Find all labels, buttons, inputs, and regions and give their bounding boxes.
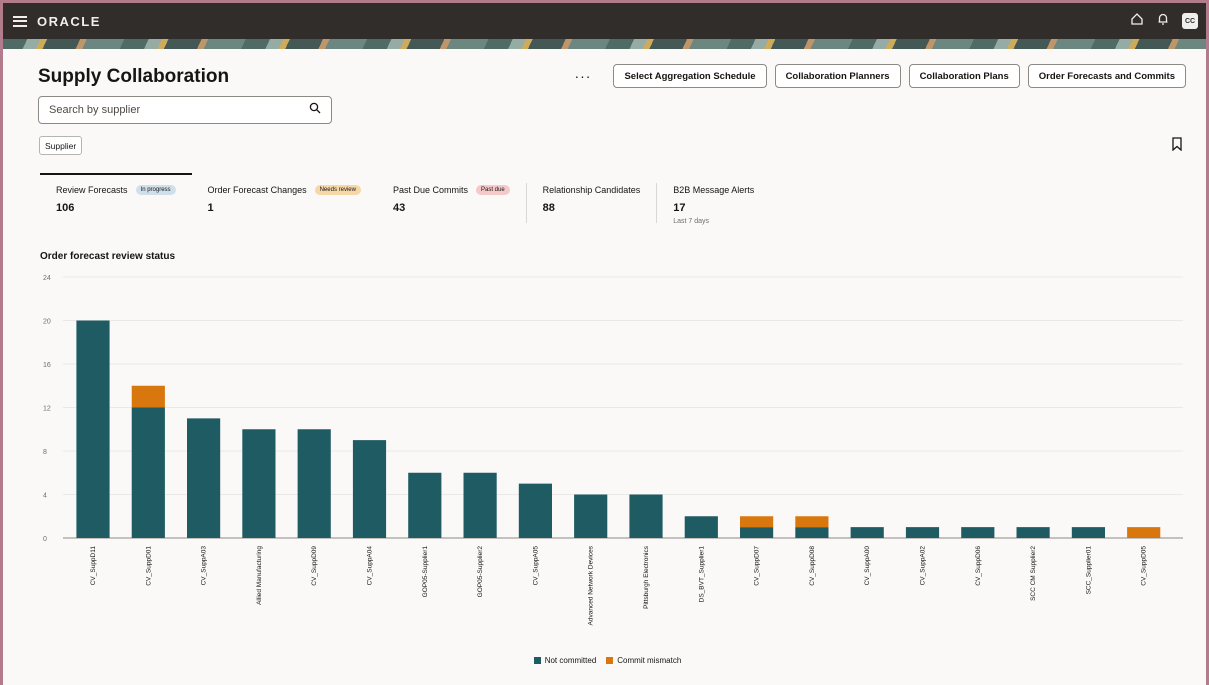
home-icon[interactable]: [1130, 12, 1144, 31]
x-tick-label: CV_SuppA02: [920, 546, 927, 586]
bookmark-icon[interactable]: [1171, 137, 1183, 152]
bar[interactable]: [1016, 527, 1050, 538]
bar[interactable]: [131, 407, 165, 539]
metric-relationship-candidates[interactable]: Relationship Candidates 88: [527, 173, 657, 231]
metric-subtext: Last 7 days: [673, 218, 710, 225]
x-tick-label: GOP05-Supplier1: [422, 546, 429, 598]
bar[interactable]: [352, 440, 387, 538]
bar[interactable]: [297, 429, 331, 538]
bar[interactable]: [905, 527, 940, 538]
legend-item-not-committed[interactable]: Not committed: [533, 656, 597, 665]
legend-item-commit-mismatch[interactable]: Commit mismatch: [606, 656, 681, 665]
bar[interactable]: [795, 527, 829, 538]
bar[interactable]: [242, 429, 276, 538]
bar[interactable]: [629, 494, 663, 539]
bar[interactable]: [131, 385, 165, 408]
metric-b2b-message-alerts[interactable]: B2B Message Alerts 17 Last 7 days: [657, 173, 770, 231]
bar[interactable]: [463, 472, 497, 538]
hamburger-menu-icon[interactable]: [13, 15, 27, 27]
bar[interactable]: [961, 527, 995, 538]
metric-label: B2B Message Alerts: [673, 185, 755, 195]
collaboration-plans-button[interactable]: Collaboration Plans: [908, 64, 1020, 88]
x-tick-label: CV_SuppA05: [532, 546, 539, 586]
search-input[interactable]: [49, 104, 309, 116]
bar[interactable]: [740, 516, 774, 528]
status-badge: Past due: [475, 185, 510, 195]
y-tick-label: 20: [43, 319, 51, 326]
metric-review-forecasts[interactable]: Review Forecasts In progress 106: [40, 173, 192, 231]
collaboration-planners-button[interactable]: Collaboration Planners: [774, 64, 901, 88]
bar[interactable]: [76, 320, 110, 539]
metric-value: 106: [56, 202, 75, 214]
header-actions: ··· Select Aggregation Schedule Collabor…: [574, 64, 1186, 88]
bar[interactable]: [408, 472, 442, 538]
decorative-banner: [3, 39, 1206, 49]
x-tick-label: CV_SuppD05: [1141, 546, 1148, 586]
status-badge: Needs review: [314, 185, 361, 195]
x-tick-label: CV_SuppD01: [145, 546, 152, 586]
select-aggregation-schedule-button[interactable]: Select Aggregation Schedule: [613, 64, 767, 88]
metric-value: 88: [542, 202, 555, 214]
more-actions-icon[interactable]: ···: [574, 68, 591, 84]
metric-label: Order Forecast Changes: [207, 185, 307, 195]
legend-swatch: [606, 657, 614, 664]
chart-legend: Not committed Commit mismatch: [3, 656, 1206, 665]
metrics-strip: Review Forecasts In progress 106 Order Fo…: [40, 173, 770, 231]
x-tick-label: SCC_Supplier01: [1085, 546, 1092, 595]
top-bar: ORACLE CC: [3, 3, 1206, 39]
bar[interactable]: [684, 516, 718, 538]
x-tick-label: DS_BVT_Supplier1: [698, 546, 705, 603]
x-tick-label: CV_SuppD09: [311, 546, 318, 586]
x-tick-label: CV_SuppD06: [975, 546, 982, 586]
chart-title: Order forecast review status: [40, 251, 176, 262]
x-tick-label: GOP05-Supplier2: [477, 546, 484, 598]
y-tick-label: 24: [43, 275, 51, 282]
user-avatar[interactable]: CC: [1182, 13, 1198, 29]
metric-label: Past Due Commits: [392, 185, 468, 195]
bar[interactable]: [574, 494, 608, 539]
x-tick-label: CV_SuppD11: [90, 546, 97, 586]
legend-label: Not committed: [544, 656, 597, 665]
bar[interactable]: [187, 418, 221, 538]
order-forecast-review-chart: 0 4 8 12 16 20 24 CV_SuppD11 CV_SuppD01 CV_SuppA0…: [43, 275, 1183, 625]
y-tick-label: 16: [43, 362, 51, 369]
y-tick-label: 12: [43, 406, 51, 413]
x-tick-label: Pittsburgh Electronics: [643, 545, 650, 609]
bar[interactable]: [1127, 527, 1161, 538]
metric-value: 17: [673, 202, 686, 214]
metric-past-due-commits[interactable]: Past Due Commits Past due 43: [377, 173, 526, 231]
metric-label: Relationship Candidates: [542, 185, 641, 195]
x-tick-label: CV_SuppD07: [754, 546, 761, 586]
metric-label: Review Forecasts: [56, 185, 128, 195]
order-forecasts-and-commits-button[interactable]: Order Forecasts and Commits: [1027, 64, 1186, 88]
search-icon[interactable]: [309, 101, 321, 119]
bar[interactable]: [518, 483, 552, 538]
x-tick-label: CV_SuppA03: [201, 546, 208, 586]
legend-label: Commit mismatch: [617, 656, 682, 665]
x-tick-label: CV_SuppA04: [367, 546, 374, 586]
x-tick-label: SCC CM Supplier2: [1030, 546, 1037, 601]
metric-value: 1: [207, 202, 214, 214]
supplier-filter-chip[interactable]: Supplier: [39, 136, 83, 155]
legend-swatch: [533, 657, 541, 664]
y-tick-label: 0: [43, 536, 47, 543]
x-tick-label: Allied Manufacturing: [256, 546, 263, 605]
x-tick-label: Advanced Network Devices: [588, 545, 595, 625]
y-tick-label: 8: [43, 449, 47, 456]
metric-value: 43: [392, 202, 406, 214]
page-title: Supply Collaboration: [38, 66, 230, 87]
y-tick-label: 4: [43, 493, 47, 500]
app-frame: ORACLE CC Supply Collaboration ··· Selec…: [0, 0, 1209, 685]
x-tick-label: CV_SuppA00: [864, 546, 871, 586]
metric-order-forecast-changes[interactable]: Order Forecast Changes Needs review 1: [192, 173, 377, 231]
bar[interactable]: [850, 527, 884, 538]
status-badge: In progress: [135, 185, 176, 195]
oracle-logo: ORACLE: [37, 13, 101, 29]
supplier-search-box: [38, 96, 332, 124]
bar[interactable]: [1071, 527, 1105, 538]
bell-icon[interactable]: [1156, 12, 1170, 31]
x-tick-label: CV_SuppD08: [809, 546, 816, 586]
bar[interactable]: [740, 527, 774, 538]
bar[interactable]: [795, 516, 829, 528]
